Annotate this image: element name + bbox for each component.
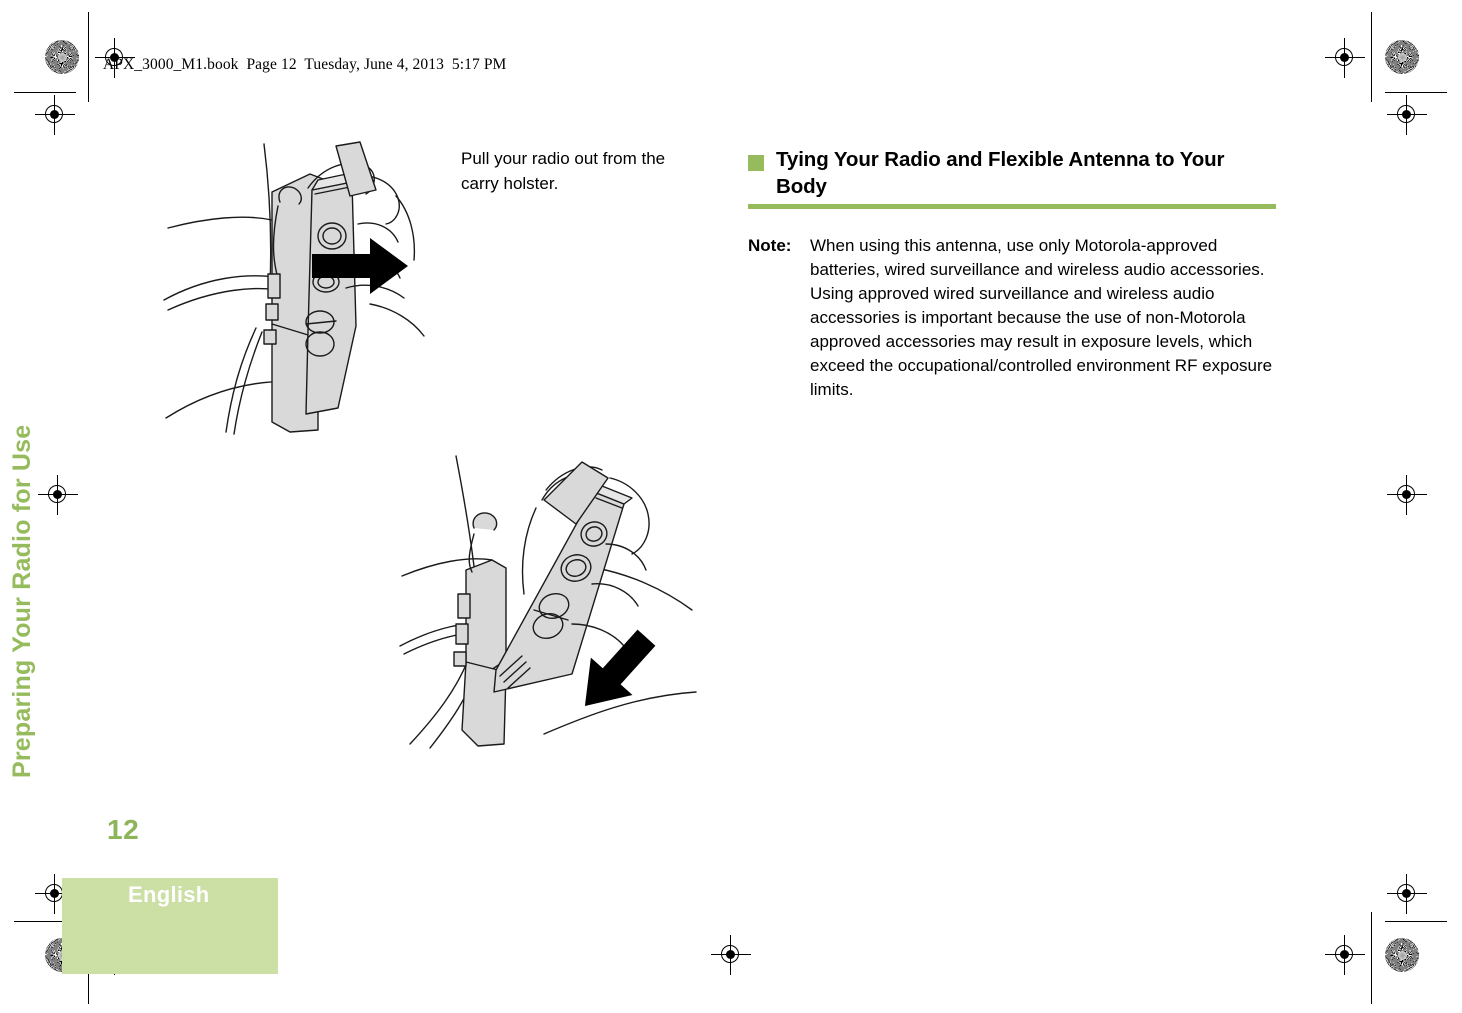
page-number: 12 — [107, 814, 140, 845]
registration-mark-right-lower — [1387, 874, 1427, 914]
rosette-mark-top-right — [1385, 40, 1419, 74]
crop-line-left-upper-horizontal — [14, 92, 76, 93]
crop-line-top-left-vertical — [88, 12, 89, 102]
language-label: English — [128, 882, 210, 907]
crop-line-top-right-vertical — [1371, 12, 1372, 102]
note-text: When using this antenna, use only Motoro… — [810, 236, 1273, 399]
registration-mark-left-middle — [38, 475, 78, 515]
rosette-mark-bottom-right — [1385, 938, 1419, 972]
section-heading-text: Tying Your Radio and Flexible Antenna to… — [776, 148, 1225, 198]
registration-mark-left-upper — [35, 95, 75, 135]
book-file-header: APX_3000_M1.book Page 12 Tuesday, June 4… — [103, 56, 507, 73]
document-page: APX_3000_M1.book Page 12 Tuesday, June 4… — [0, 0, 1462, 1013]
registration-mark-right-upper — [1387, 95, 1427, 135]
crop-line-right-lower-horizontal — [1385, 921, 1447, 922]
crop-line-bottom-right-vertical — [1371, 912, 1372, 1004]
figure-radio-pulled-from-holster — [160, 132, 460, 452]
registration-mark-bottom-center — [711, 935, 751, 975]
registration-mark-right-middle — [1387, 475, 1427, 515]
note-label: Note: — [748, 236, 792, 255]
section-heading-rule — [748, 204, 1276, 209]
heading-bullet-square-icon — [748, 155, 764, 171]
figure-caption: Pull your radio out from the carry holst… — [461, 149, 666, 193]
registration-mark-top-right — [1325, 38, 1365, 78]
section-heading: Tying Your Radio and Flexible Antenna to… — [748, 146, 1278, 200]
figure-radio-lifted-away-from-holster — [396, 448, 716, 758]
note-block: Note: When using this antenna, use only … — [748, 234, 1278, 402]
registration-mark-bottom-right — [1325, 935, 1365, 975]
chapter-side-tab-label: Preparing Your Radio for Use — [8, 424, 36, 778]
rosette-mark-top-left — [45, 40, 79, 74]
crop-line-right-upper-horizontal — [1385, 92, 1447, 93]
